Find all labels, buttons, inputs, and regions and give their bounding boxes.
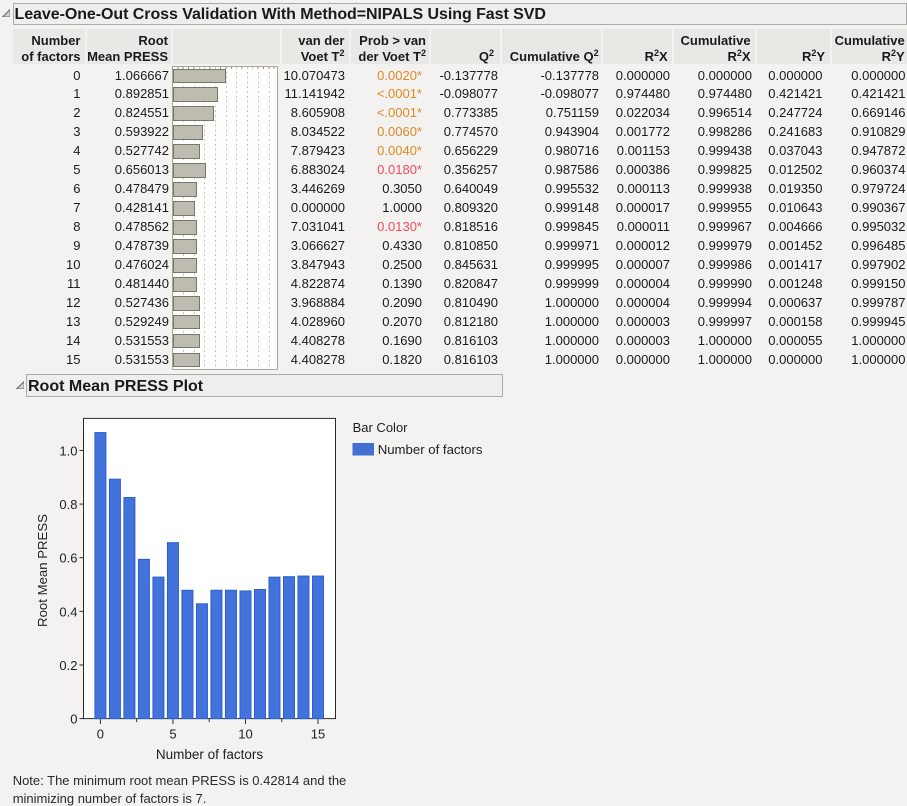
svg-text:Number of factors: Number of factors (378, 442, 483, 457)
svg-text:5: 5 (169, 727, 176, 742)
svg-text:1.0: 1.0 (59, 443, 77, 458)
svg-text:0: 0 (97, 727, 104, 742)
svg-text:Root Mean PRESS: Root Mean PRESS (35, 514, 50, 627)
svg-text:0: 0 (70, 712, 77, 727)
svg-text:0.6: 0.6 (59, 551, 77, 566)
svg-text:15: 15 (311, 727, 325, 742)
svg-text:10: 10 (238, 727, 252, 742)
svg-text:0.2: 0.2 (59, 658, 77, 673)
svg-text:Bar Color: Bar Color (353, 420, 409, 435)
svg-text:Number of factors: Number of factors (156, 747, 264, 762)
svg-text:0.4: 0.4 (59, 604, 77, 619)
svg-text:0.8: 0.8 (59, 497, 77, 512)
